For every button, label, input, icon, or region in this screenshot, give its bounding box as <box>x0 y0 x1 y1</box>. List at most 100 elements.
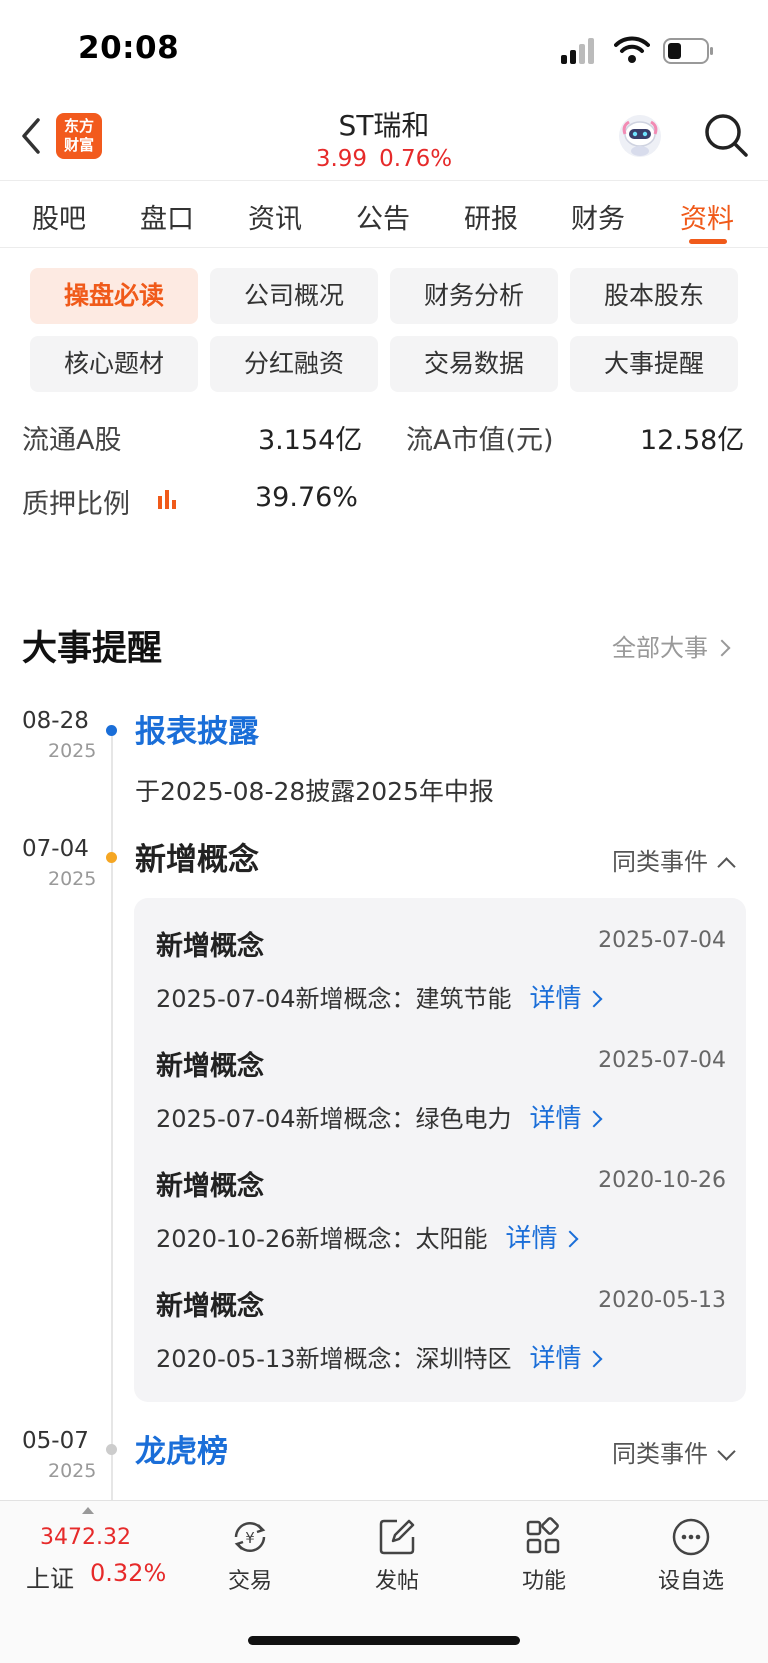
stock-change-pct: 0.76% <box>379 146 453 172</box>
pledge-ratio-label: 质押比例 <box>22 489 130 520</box>
chip-major-events[interactable]: 大事提醒 <box>570 336 738 392</box>
chevron-right-icon <box>713 639 731 657</box>
item-date: 2025-07-04 <box>598 928 726 953</box>
float-market-cap-label: 流A市值(元) <box>406 425 554 456</box>
wifi-icon <box>614 36 650 63</box>
chip-dividends-financing[interactable]: 分红融资 <box>210 336 378 392</box>
more-icon <box>672 1518 710 1556</box>
list-item: 新增概念 2025-07-04 2025-07-04新增概念：建筑节能 详情 <box>156 924 726 1044</box>
chip-shareholders[interactable]: 股本股东 <box>570 268 738 324</box>
nav-label: 设自选 <box>657 1569 724 1594</box>
svg-text:¥: ¥ <box>245 1529 255 1547</box>
status-time: 20:08 <box>78 30 180 66</box>
timeline-line <box>111 730 113 1500</box>
list-item: 新增概念 2020-05-13 2020-05-13新增概念：深圳特区 详情 <box>156 1284 726 1404</box>
ai-assistant-robot-icon[interactable] <box>616 112 664 160</box>
detail-link[interactable]: 详情 <box>529 984 602 1014</box>
list-item: 新增概念 2020-10-26 2020-10-26新增概念：太阳能 详情 <box>156 1164 726 1284</box>
chip-core-themes[interactable]: 核心题材 <box>30 336 198 392</box>
event-title-dragon-tiger[interactable]: 龙虎榜 <box>135 1426 228 1471</box>
item-date: 2025-07-04 <box>598 1048 726 1073</box>
nav-post[interactable]: 发帖 <box>347 1515 447 1595</box>
timeline-dot <box>106 725 117 736</box>
index-pct: 0.32% <box>90 1559 167 1587</box>
signal-icon <box>561 38 601 64</box>
index-name: 上证 <box>26 1565 74 1593</box>
detail-link[interactable]: 详情 <box>529 1344 602 1374</box>
edit-icon <box>379 1519 415 1555</box>
same-events-toggle[interactable]: 同类事件 <box>612 1434 736 1469</box>
pledge-ratio-value: 39.76% <box>255 482 358 513</box>
grid-icon <box>526 1517 560 1554</box>
event-year: 2025 <box>48 868 97 890</box>
float-market-cap-value: 12.58亿 <box>640 425 745 456</box>
nav-functions[interactable]: 功能 <box>494 1515 594 1595</box>
chip-trading-must-read[interactable]: 操盘必读 <box>30 268 198 324</box>
stock-profile-page: 20:08 东方 财富 ST瑞和 3.99 0.76% 股吧 盘口 资讯 公告 … <box>0 0 768 1663</box>
item-title: 新增概念 <box>156 931 264 962</box>
event-desc: 于2025-08-28披露2025年中报 <box>135 777 494 806</box>
timeline-dot <box>106 852 117 863</box>
chip-company-overview[interactable]: 公司概况 <box>210 268 378 324</box>
battery-icon <box>663 38 713 64</box>
nav-label: 交易 <box>227 1569 272 1594</box>
all-events-link[interactable]: 全部大事 <box>612 628 731 663</box>
tab-profile[interactable]: 资料 <box>680 197 734 236</box>
tab-guba[interactable]: 股吧 <box>32 197 86 236</box>
item-text: 2025-07-04新增概念：建筑节能 <box>156 985 512 1013</box>
search-icon[interactable] <box>703 112 749 158</box>
event-year: 2025 <box>48 740 97 762</box>
event-date: 08-28 <box>22 708 89 734</box>
chip-financial-analysis[interactable]: 财务分析 <box>390 268 558 324</box>
chevron-right-icon <box>585 1110 602 1128</box>
float-a-shares-label: 流通A股 <box>22 425 122 456</box>
item-title: 新增概念 <box>156 1171 264 1202</box>
tab-news[interactable]: 资讯 <box>248 197 302 236</box>
yuan-cycle-icon: ¥ <box>234 1521 266 1553</box>
item-text: 2020-05-13新增概念：深圳特区 <box>156 1345 512 1373</box>
item-text: 2020-10-26新增概念：太阳能 <box>156 1225 488 1253</box>
section-tabs: 股吧 盘口 资讯 公告 研报 财务 资料 <box>0 180 768 248</box>
chevron-right-icon <box>561 1230 578 1248</box>
expand-up-icon <box>82 1507 94 1514</box>
detail-link[interactable]: 详情 <box>529 1104 602 1134</box>
event-title-report[interactable]: 报表披露 <box>135 706 259 751</box>
chevron-right-icon <box>585 1350 602 1368</box>
tab-announcements[interactable]: 公告 <box>356 197 410 236</box>
item-date: 2020-10-26 <box>598 1168 726 1193</box>
nav-label: 发帖 <box>374 1569 419 1594</box>
tab-research[interactable]: 研报 <box>464 197 518 236</box>
detail-label: 详情 <box>529 1344 582 1374</box>
item-title: 新增概念 <box>156 1051 264 1082</box>
chevron-up-icon <box>717 857 736 876</box>
same-events-toggle[interactable]: 同类事件 <box>612 842 736 877</box>
detail-link[interactable]: 详情 <box>505 1224 578 1254</box>
index-value: 3472.32 <box>40 1525 131 1550</box>
chevron-down-icon <box>717 1442 736 1461</box>
same-events-label: 同类事件 <box>612 1440 708 1468</box>
event-title-concept: 新增概念 <box>135 842 259 878</box>
detail-label: 详情 <box>529 1104 582 1134</box>
stock-price: 3.99 <box>315 146 368 172</box>
chip-trading-data[interactable]: 交易数据 <box>390 336 558 392</box>
nav-add-watchlist[interactable]: 设自选 <box>641 1515 741 1595</box>
detail-label: 详情 <box>505 1224 558 1254</box>
detail-label: 详情 <box>529 984 582 1014</box>
item-date: 2020-05-13 <box>598 1288 726 1313</box>
concept-events-card: 新增概念 2025-07-04 2025-07-04新增概念：建筑节能 详情 新增… <box>134 898 746 1402</box>
status-bar: 20:08 <box>0 0 768 100</box>
item-title: 新增概念 <box>156 1291 264 1322</box>
same-events-label: 同类事件 <box>612 848 708 876</box>
events-section-title: 大事提醒 <box>22 629 163 669</box>
bar-chart-icon[interactable] <box>156 488 178 510</box>
stock-header: 东方 财富 ST瑞和 3.99 0.76% <box>0 100 768 180</box>
tab-pankou[interactable]: 盘口 <box>140 197 194 236</box>
nav-label: 功能 <box>521 1569 566 1594</box>
list-item: 新增概念 2025-07-04 2025-07-04新增概念：绿色电力 详情 <box>156 1044 726 1164</box>
event-date: 05-07 <box>22 1428 89 1454</box>
timeline-dot <box>106 1444 117 1455</box>
event-year: 2025 <box>48 1460 97 1482</box>
nav-trade[interactable]: ¥ 交易 <box>200 1515 300 1595</box>
item-text: 2025-07-04新增概念：绿色电力 <box>156 1105 512 1133</box>
tab-finance[interactable]: 财务 <box>571 197 625 236</box>
